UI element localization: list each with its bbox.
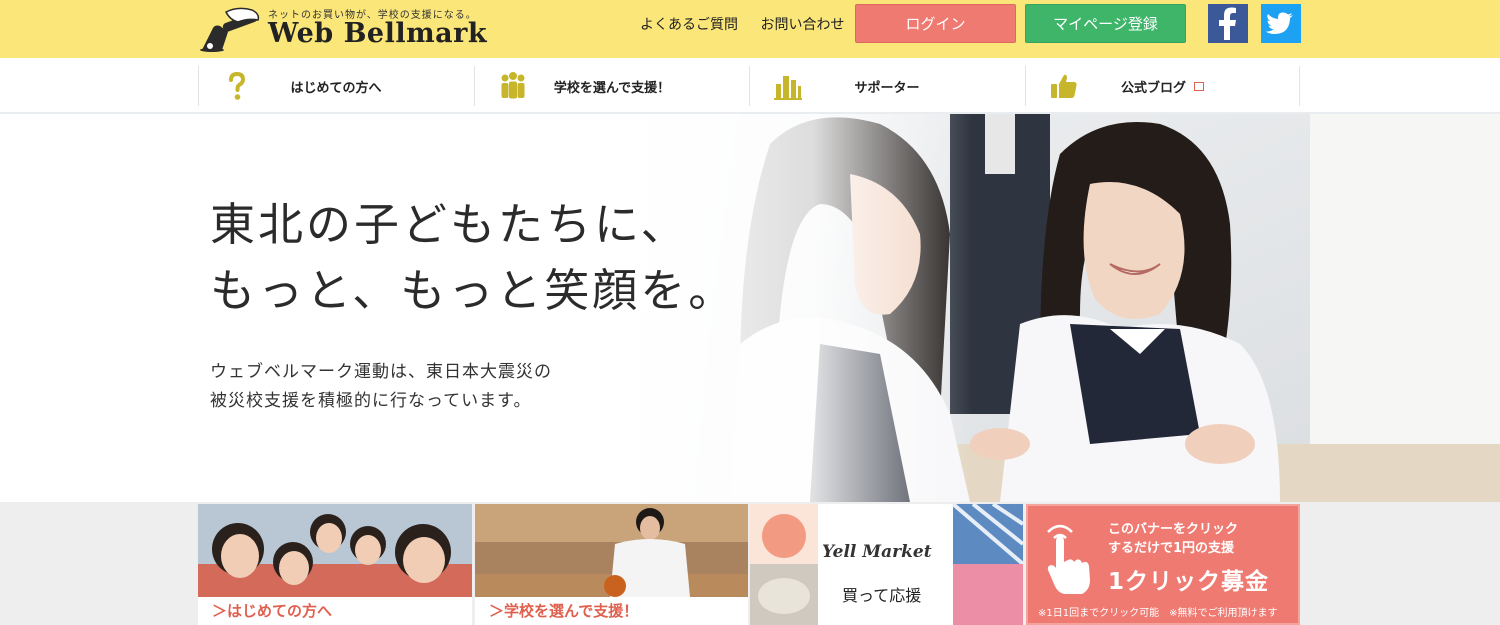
contact-link[interactable]: お問い合わせ [760,17,844,33]
yell-market-logo: Yell Market [822,542,932,562]
login-button[interactable]: ログイン [855,4,1016,43]
nav-item-official-blog[interactable]: 公式ブログ [1025,66,1300,106]
hand-click-icon [1047,524,1090,594]
facebook-button[interactable] [1208,4,1248,43]
banner-row: ＞はじめての方へ ＞学校を選んで支援！ Yell Market 買って応援 この… [0,502,1500,625]
products-collage-photo [750,504,1023,625]
choose-school-banner[interactable]: ＞学校を選んで支援！ [475,504,748,625]
twitter-icon [1265,12,1293,34]
gymnasium-student-photo [475,504,748,597]
bell-icon [200,7,260,52]
facebook-icon [1219,7,1236,40]
mypage-register-button[interactable]: マイページ登録 [1025,4,1186,43]
hero-subtitle: ウェブベルマーク運動は、東日本大震災の 被災校支援を積極的に行なっています。 [210,362,552,411]
nav-item-supporters[interactable]: サポーター [749,66,1024,106]
yell-market-caption: 買って応援 [842,586,922,605]
nav-item-beginners[interactable]: はじめての方へ [198,66,473,106]
hero-students-photo [620,114,1500,502]
external-link-icon [1194,82,1204,91]
smiling-children-photo [198,504,472,597]
hero-text: 東北の子どもたちに、 もっと、もっと笑顔を。 ウェブベルマーク運動は、東日本大震… [210,192,736,416]
donation-banner-title: 1クリック募金 [1108,569,1270,595]
nav-label-choose-school: 学校を選んで支援！ [553,81,671,96]
donation-banner-line2: するだけで1円の支援 [1108,541,1235,556]
logo-wordmark: Web Bellmark [268,18,488,49]
donation-banner-line1: このバナーをクリック [1108,522,1239,537]
nav-item-choose-school[interactable]: 学校を選んで支援！ [474,66,749,106]
nav-label-beginners: はじめての方へ [290,81,382,96]
nav-label-official-blog: 公式ブログ [1026,77,1299,96]
faq-link[interactable]: よくあるご質問 [640,17,738,33]
beginners-banner[interactable]: ＞はじめての方へ [198,504,472,625]
beginners-banner-caption: ＞はじめての方へ [198,597,472,625]
nav-label-supporters: サポーター [854,81,920,96]
choose-school-banner-caption: ＞学校を選んで支援！ [475,597,748,625]
main-nav: はじめての方へ 学校を選んで支援！ サポーター 公式ブログ [0,58,1500,114]
site-logo[interactable]: ネットのお買い物が、学校の支援になる。 Web Bellmark [198,4,488,54]
hero-section: 東北の子どもたちに、 もっと、もっと笑顔を。 ウェブベルマーク運動は、東日本大震… [0,114,1500,502]
donation-banner-notes: ※1日1回までクリック可能 ※無料でご利用頂けます [1038,608,1278,619]
official-blog-label: 公式ブログ [1120,81,1186,96]
twitter-button[interactable] [1261,4,1301,43]
one-click-donation-banner[interactable]: このバナーをクリック するだけで1円の支援 1クリック募金 ※1日1回までクリッ… [1026,504,1300,625]
hero-title: 東北の子どもたちに、 もっと、もっと笑顔を。 [210,198,737,317]
top-links: よくあるご質問 お問い合わせ [640,14,862,34]
top-bar: ネットのお買い物が、学校の支援になる。 Web Bellmark よくあるご質問… [0,0,1500,58]
yell-market-banner[interactable]: Yell Market 買って応援 [750,504,1023,625]
